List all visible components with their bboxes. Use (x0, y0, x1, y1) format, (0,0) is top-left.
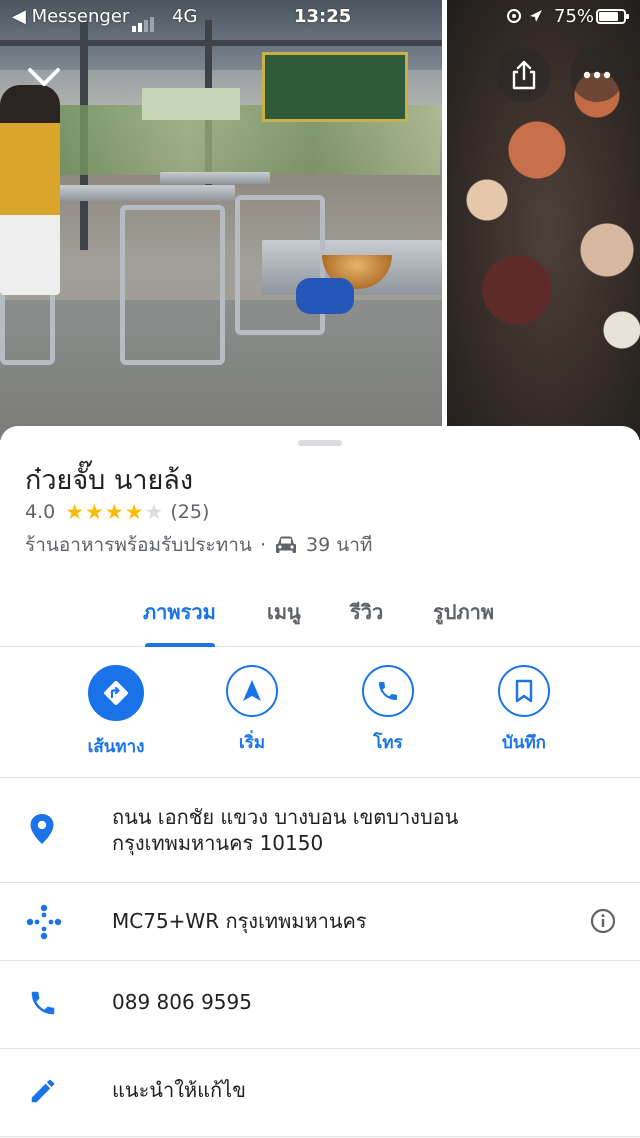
navigation-icon (226, 665, 278, 717)
star-empty-icon: ★ (144, 500, 165, 524)
more-icon (583, 71, 611, 79)
start-button[interactable]: เริ่ม (192, 665, 312, 756)
share-button[interactable] (497, 48, 551, 102)
signal-icon (132, 11, 156, 32)
plus-code-row[interactable]: MC75+WR กรุงเทพมหานคร (0, 882, 640, 961)
address-text: ถนน เอกชัย แขวง บางบอน เขตบางบอน กรุงเทพ… (112, 804, 458, 856)
phone-row[interactable]: 089 806 9595 (0, 960, 640, 1049)
info-icon[interactable] (590, 908, 616, 938)
directions-icon (88, 665, 144, 721)
battery-percent: 75% (554, 6, 595, 27)
share-icon (512, 60, 536, 90)
status-bar: ◀ Messenger 4G 13:25 75% (0, 0, 640, 34)
review-count: (25) (170, 501, 210, 523)
chevron-down-icon (28, 68, 60, 86)
address-line-1: ถนน เอกชัย แขวง บางบอน เขตบางบอน (112, 805, 459, 829)
star-icon: ★ (85, 500, 105, 524)
star-icon: ★ (124, 500, 145, 524)
place-title: ก๋วยจั๊บ นายล้ง (25, 465, 194, 496)
location-status-icon (506, 6, 546, 31)
drive-time: 39 นาที (305, 534, 373, 556)
edit-pencil-icon (28, 1076, 58, 1110)
photo-header[interactable]: ◀ Messenger 4G 13:25 75% (0, 0, 640, 440)
rating-value: 4.0 (25, 501, 56, 523)
collapse-button[interactable] (22, 56, 66, 100)
clock: 13:25 (294, 6, 352, 27)
call-label: โทร (373, 733, 403, 753)
tab-overview[interactable]: ภาพรวม (143, 596, 216, 628)
drag-handle[interactable] (298, 440, 342, 446)
car-icon (274, 535, 298, 555)
place-meta: ร้านอาหารพร้อมรับประทาน · 39 นาที (25, 530, 372, 560)
restaurant-photo[interactable] (0, 0, 442, 440)
start-label: เริ่ม (238, 733, 266, 753)
tab-menu[interactable]: เมนู (267, 596, 301, 628)
suggest-edit-row[interactable]: แนะนำให้แก้ไข (0, 1048, 640, 1137)
tab-reviews[interactable]: รีวิว (350, 596, 383, 628)
phone-icon (362, 665, 414, 717)
bookmark-icon (498, 665, 550, 717)
directions-button[interactable]: เส้นทาง (56, 665, 176, 760)
place-category: ร้านอาหารพร้อมรับประทาน (25, 534, 252, 556)
place-details-sheet: ก๋วยจั๊บ นายล้ง 4.0 ★★★★★ (25) ร้านอาหาร… (0, 426, 640, 1138)
battery-icon (596, 9, 629, 24)
directions-label: เส้นทาง (87, 737, 145, 757)
star-icon: ★ (104, 500, 125, 524)
save-button[interactable]: บันทึก (464, 665, 584, 756)
address-line-2: กรุงเทพมหานคร 10150 (112, 831, 324, 855)
more-button[interactable] (570, 48, 624, 102)
separator: · (259, 534, 266, 556)
rating-row[interactable]: 4.0 ★★★★★ (25) (25, 500, 209, 524)
back-to-messenger[interactable]: ◀ Messenger (12, 6, 129, 27)
action-buttons: เส้นทาง เริ่ม โทร บันทึก (0, 647, 640, 778)
phone-number: 089 806 9595 (112, 990, 252, 1014)
address-row[interactable]: ถนน เอกชัย แขวง บางบอน เขตบางบอน กรุงเทพ… (0, 778, 640, 883)
rating-stars: ★★★★★ (65, 500, 164, 524)
plus-code-text: MC75+WR กรุงเทพมหานคร (112, 909, 367, 933)
tab-bar: ภาพรวม เมนู รีวิว รูปภาพ (0, 576, 640, 647)
suggest-edit-text: แนะนำให้แก้ไข (112, 1078, 246, 1102)
star-icon: ★ (65, 500, 86, 524)
save-label: บันทึก (502, 733, 546, 753)
plus-code-icon (24, 902, 64, 946)
call-button[interactable]: โทร (328, 665, 448, 756)
tab-photos[interactable]: รูปภาพ (433, 596, 494, 628)
location-pin-icon (28, 812, 56, 850)
network-type: 4G (172, 6, 198, 27)
phone-icon (28, 988, 58, 1022)
